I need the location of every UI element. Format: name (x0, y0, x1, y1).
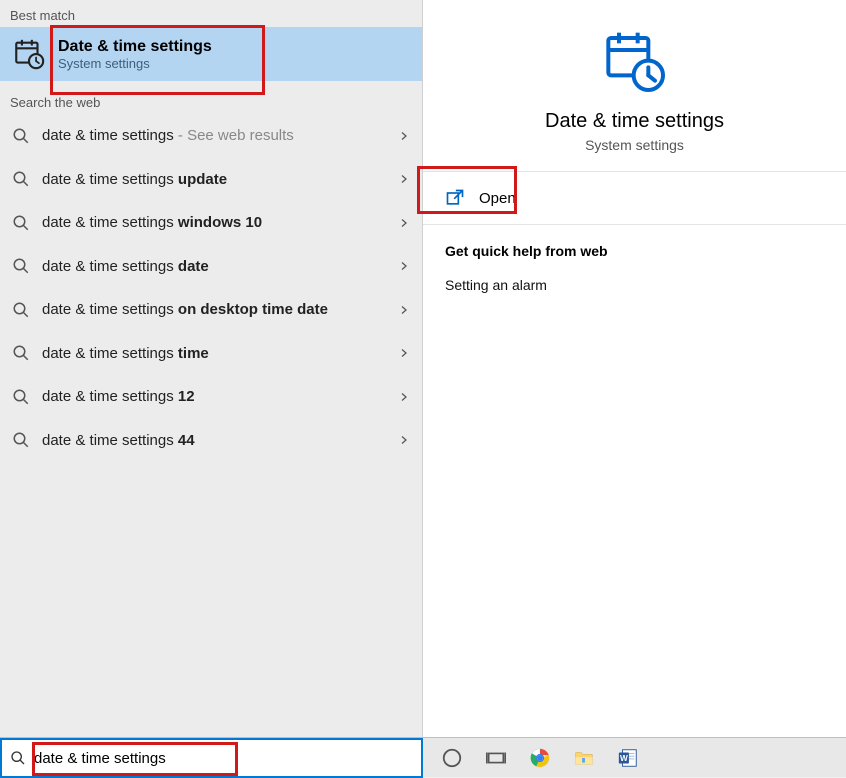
open-icon (445, 188, 465, 208)
best-match-header: Best match (0, 0, 422, 27)
web-result-item[interactable]: date & time settings - See web results (0, 114, 422, 158)
web-result-label: date & time settings update (42, 170, 386, 190)
word-button[interactable]: W (609, 738, 647, 778)
chevron-right-icon (398, 347, 410, 359)
date-time-hero-icon (603, 30, 667, 94)
detail-subtitle: System settings (585, 137, 684, 153)
date-time-icon (12, 37, 46, 71)
open-button[interactable]: Open (423, 172, 846, 225)
web-result-item[interactable]: date & time settings time (0, 332, 422, 376)
search-icon (12, 388, 30, 406)
chevron-right-icon (398, 130, 410, 142)
folder-icon (573, 747, 595, 769)
open-label: Open (479, 190, 516, 207)
detail-title: Date & time settings (545, 110, 724, 133)
web-result-item[interactable]: date & time settings date (0, 245, 422, 289)
web-result-label: date & time settings 12 (42, 387, 386, 407)
word-icon: W (617, 747, 639, 769)
search-icon (12, 170, 30, 188)
best-match-result[interactable]: Date & time settings System settings (0, 27, 422, 81)
details-pane: Date & time settings System settings Ope… (423, 0, 846, 737)
taskbar-tray: W (423, 738, 647, 777)
chevron-right-icon (398, 391, 410, 403)
web-result-item[interactable]: date & time settings windows 10 (0, 201, 422, 245)
task-view-icon (485, 747, 507, 769)
web-result-label: date & time settings on desktop time dat… (42, 300, 386, 320)
web-result-label: date & time settings date (42, 257, 386, 277)
task-view-button[interactable] (477, 738, 515, 778)
taskbar-search-box[interactable] (0, 738, 423, 778)
search-icon (12, 127, 30, 145)
results-pane: Best match Date & time settings System s… (0, 0, 423, 737)
web-result-label: date & time settings - See web results (42, 126, 386, 146)
svg-text:W: W (620, 754, 628, 763)
search-icon (10, 750, 26, 766)
web-result-item[interactable]: date & time settings on desktop time dat… (0, 288, 422, 332)
search-icon (12, 257, 30, 275)
chevron-right-icon (398, 434, 410, 446)
help-header: Get quick help from web (445, 243, 824, 259)
web-result-label: date & time settings 44 (42, 431, 386, 451)
web-result-item[interactable]: date & time settings 44 (0, 419, 422, 463)
web-results-list: date & time settings - See web results d… (0, 114, 422, 462)
search-icon (12, 214, 30, 232)
chevron-right-icon (398, 173, 410, 185)
web-result-item[interactable]: date & time settings update (0, 158, 422, 202)
file-explorer-button[interactable] (565, 738, 603, 778)
help-link-alarm[interactable]: Setting an alarm (445, 277, 824, 293)
web-result-item[interactable]: date & time settings 12 (0, 375, 422, 419)
cortana-icon (441, 747, 463, 769)
chevron-right-icon (398, 217, 410, 229)
search-icon (12, 344, 30, 362)
chevron-right-icon (398, 260, 410, 272)
search-input[interactable] (34, 750, 413, 767)
chrome-button[interactable] (521, 738, 559, 778)
chevron-right-icon (398, 304, 410, 316)
search-web-header: Search the web (0, 81, 422, 114)
cortana-button[interactable] (433, 738, 471, 778)
taskbar: W (0, 737, 846, 777)
best-match-subtitle: System settings (58, 56, 212, 71)
search-icon (12, 431, 30, 449)
web-result-label: date & time settings time (42, 344, 386, 364)
search-icon (12, 301, 30, 319)
chrome-icon (529, 747, 551, 769)
web-result-label: date & time settings windows 10 (42, 213, 386, 233)
best-match-title: Date & time settings (58, 38, 212, 56)
